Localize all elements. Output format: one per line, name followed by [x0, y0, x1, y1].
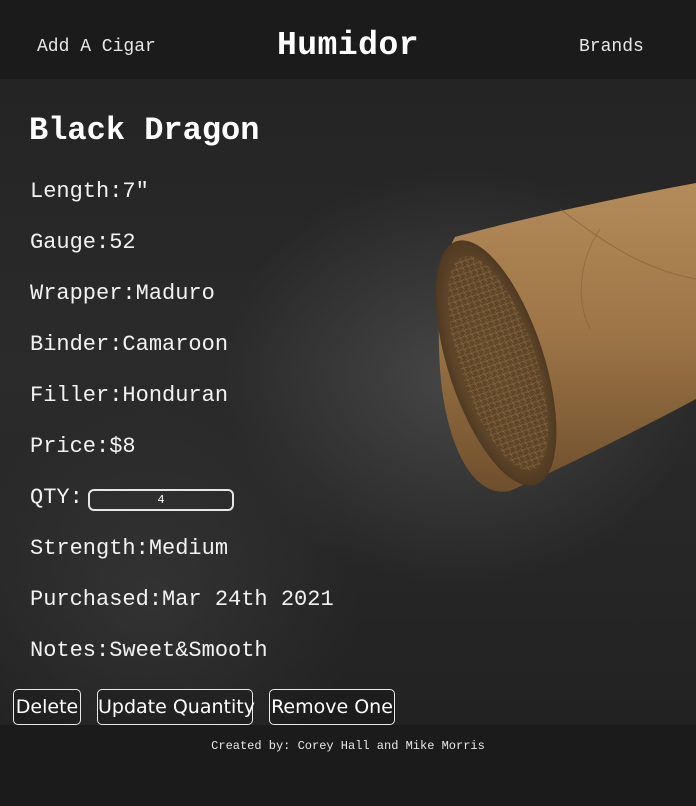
footer: Created by: Corey Hall and Mike Morris [0, 725, 696, 806]
qty-label: QTY: [30, 485, 83, 510]
price-field: Price:$8 [30, 434, 136, 459]
filler-field: Filler:Honduran [30, 383, 229, 408]
footer-credit: Created by: Corey Hall and Mike Morris [211, 739, 485, 753]
length-field: Length:7" [30, 179, 149, 204]
brands-link[interactable]: Brands [579, 37, 644, 57]
remove-one-button[interactable]: Remove One [269, 689, 395, 725]
quantity-input[interactable] [88, 489, 234, 511]
delete-button[interactable]: Delete [13, 689, 81, 725]
purchased-field: Purchased:Mar 24th 2021 [30, 587, 334, 612]
cigar-name-heading: Black Dragon [29, 112, 260, 149]
notes-field: Notes:Sweet&Smooth [30, 638, 268, 663]
strength-field: Strength:Medium [30, 536, 229, 561]
top-navbar: Add A Cigar Humidor Brands [0, 0, 696, 79]
wrapper-field: Wrapper:Maduro [30, 281, 215, 306]
cigar-detail-panel: Black Dragon Length:7" Gauge:52 Wrapper:… [0, 79, 696, 725]
gauge-field: Gauge:52 [30, 230, 136, 255]
update-quantity-button[interactable]: Update Quantity [97, 689, 255, 725]
binder-field: Binder:Camaroon [30, 332, 229, 357]
